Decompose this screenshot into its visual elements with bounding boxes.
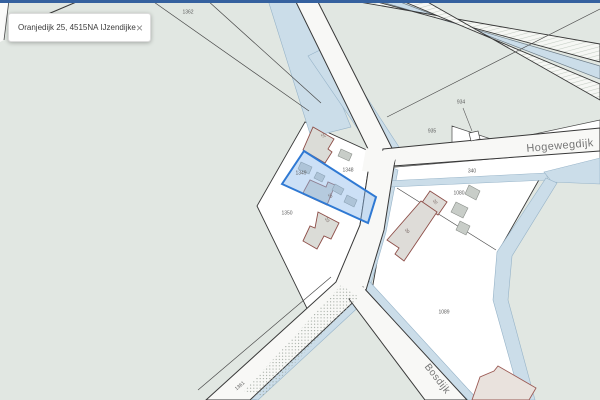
building-934 xyxy=(469,131,480,141)
search-input[interactable]: Oranjedijk 25, 4515NA IJzendijke xyxy=(18,24,136,32)
cadastral-map-drawing xyxy=(0,0,600,400)
parcel-label-1080: 1080 xyxy=(453,190,464,196)
parcel-label-934: 934 xyxy=(457,99,465,105)
top-accent-bar xyxy=(0,0,600,3)
parcel-label-1350: 1350 xyxy=(281,210,292,216)
parcel-label-1349: 1349 xyxy=(295,170,306,176)
search-box[interactable]: Oranjedijk 25, 4515NA IJzendijke × xyxy=(8,13,151,42)
parcel-label-935: 935 xyxy=(428,128,436,134)
parcel-label-1089: 1089 xyxy=(438,309,449,315)
map-canvas[interactable]: Hogewegdijk Bosdijk 1362 935 934 340 108… xyxy=(0,0,600,400)
clear-search-icon[interactable]: × xyxy=(136,21,143,33)
parcel-label-340: 340 xyxy=(468,168,476,174)
parcel-label-1362: 1362 xyxy=(182,9,193,15)
parcel-label-1348: 1348 xyxy=(342,167,353,173)
